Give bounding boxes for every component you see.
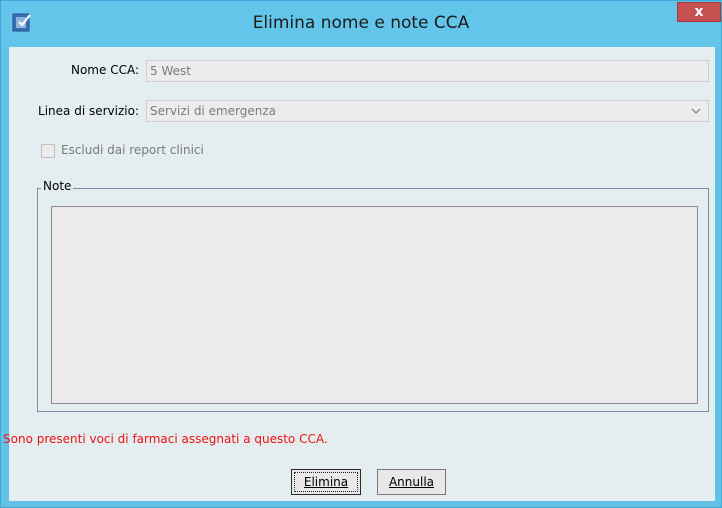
delete-button[interactable]: Elimina <box>291 469 361 495</box>
window-title: Elimina nome e note CCA <box>252 13 470 33</box>
exclude-checkbox[interactable] <box>41 144 55 158</box>
service-line-label: Linea di servizio: <box>38 104 139 118</box>
cca-name-label: Nome CCA: <box>70 63 139 77</box>
dialog-window: Elimina nome e note CCA x Nome CCA: 5 We… <box>0 0 722 508</box>
notes-textarea[interactable] <box>51 206 698 404</box>
chevron-down-icon <box>691 108 701 114</box>
notes-legend: Note <box>41 179 74 193</box>
close-button[interactable]: x <box>677 2 721 22</box>
service-line-value: Servizi di emergenza <box>150 104 277 118</box>
dialog-body: Nome CCA: 5 West Linea di servizio: Serv… <box>3 47 715 501</box>
close-icon: x <box>694 4 704 20</box>
warning-message: Sono presenti voci di farmaci assegnati … <box>3 432 328 446</box>
cancel-button[interactable]: Annulla <box>377 469 446 495</box>
title-bar[interactable]: Elimina nome e note CCA x <box>1 1 721 47</box>
cancel-button-label: Annulla <box>388 475 435 489</box>
exclude-label: Escludi dai report clinici <box>61 143 204 157</box>
delete-button-label: Elimina <box>303 475 349 489</box>
service-line-select[interactable]: Servizi di emergenza <box>146 100 709 122</box>
cca-name-field[interactable]: 5 West <box>146 60 709 82</box>
